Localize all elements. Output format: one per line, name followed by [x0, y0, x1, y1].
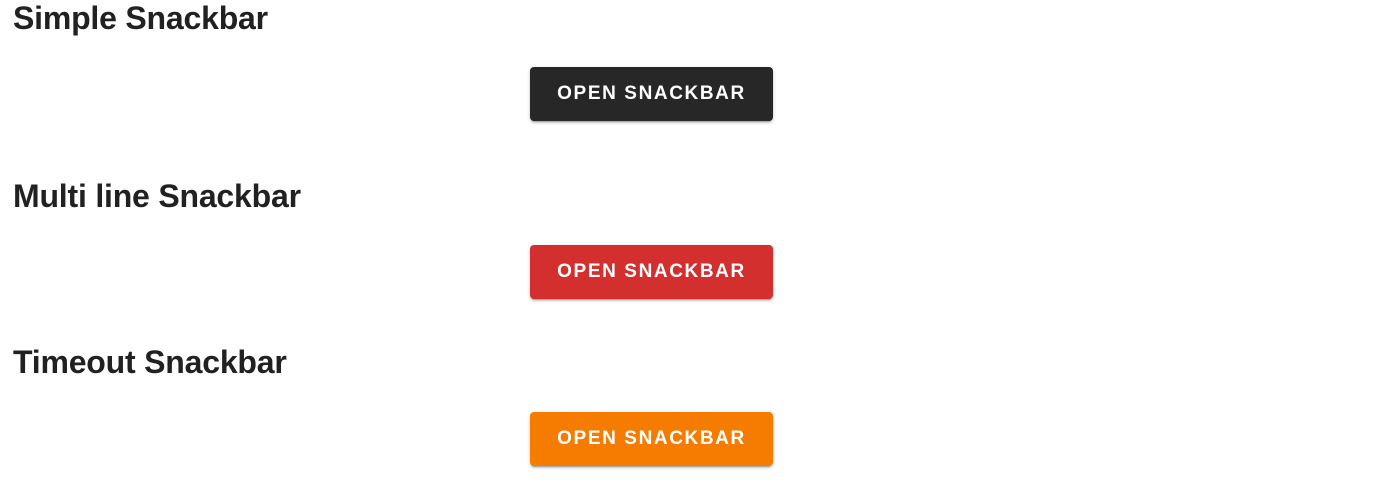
simple-snackbar-title: Simple Snackbar [13, 0, 268, 36]
timeout-snackbar-title: Timeout Snackbar [13, 344, 287, 380]
open-simple-snackbar-button[interactable]: OPEN SNACKBAR [530, 67, 773, 121]
open-multi-line-snackbar-button[interactable]: OPEN SNACKBAR [530, 245, 773, 299]
multi-line-snackbar-title: Multi line Snackbar [13, 178, 301, 214]
open-timeout-snackbar-button[interactable]: OPEN SNACKBAR [530, 412, 773, 466]
